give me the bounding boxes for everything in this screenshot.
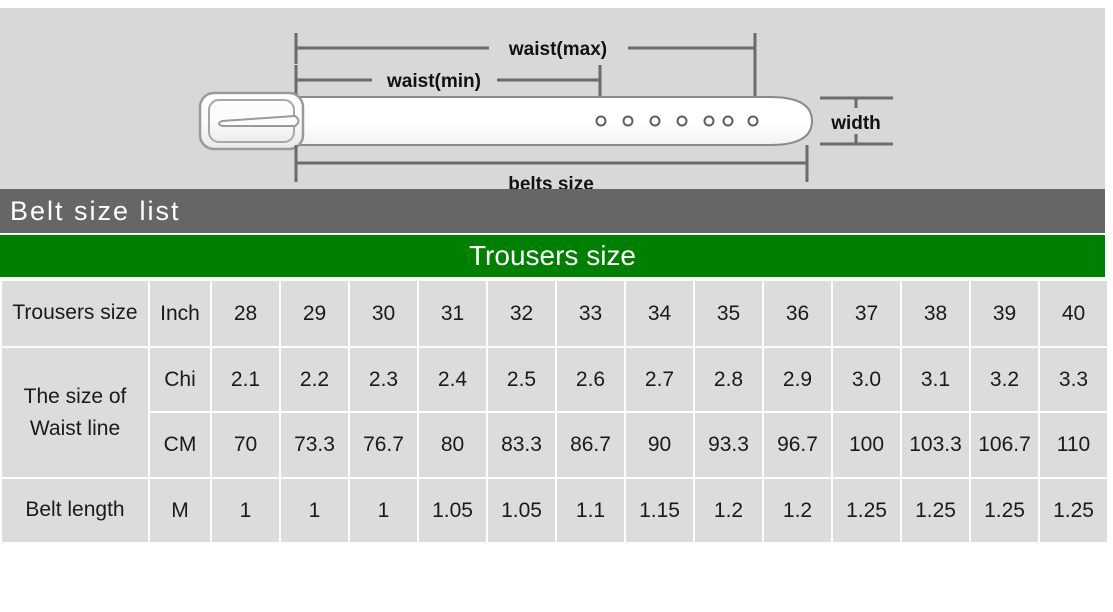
cell-cm-10: 103.3 bbox=[902, 413, 969, 477]
belt-size-table: Trousers size Inch 28 29 30 31 32 33 34 … bbox=[0, 279, 1109, 544]
cell-cm-9: 100 bbox=[833, 413, 900, 477]
cell-belt-4: 1.05 bbox=[488, 479, 555, 542]
trousers-size-header: Trousers size bbox=[0, 235, 1105, 277]
cell-cm-5: 86.7 bbox=[557, 413, 624, 477]
cell-cm-2: 76.7 bbox=[350, 413, 417, 477]
cell-inch-10: 38 bbox=[902, 281, 969, 346]
width-dimension: width bbox=[820, 96, 893, 146]
waist-min-label: waist(min) bbox=[386, 71, 481, 92]
cell-belt-0: 1 bbox=[212, 479, 279, 542]
cell-inch-2: 30 bbox=[350, 281, 417, 346]
belt-size-list-header: Belt size list bbox=[0, 189, 1105, 233]
cell-inch-7: 35 bbox=[695, 281, 762, 346]
row-unit-cm: CM bbox=[150, 413, 210, 477]
cell-cm-6: 90 bbox=[626, 413, 693, 477]
belt-size-chart-page: waist(max) waist(min) width belts size B… bbox=[0, 0, 1113, 612]
cell-chi-9: 3.0 bbox=[833, 348, 900, 411]
table-row: Trousers size Inch 28 29 30 31 32 33 34 … bbox=[2, 281, 1107, 346]
cell-cm-1: 73.3 bbox=[281, 413, 348, 477]
page-title: Belt size list bbox=[10, 195, 181, 226]
cell-inch-1: 29 bbox=[281, 281, 348, 346]
cell-inch-8: 36 bbox=[764, 281, 831, 346]
cell-belt-1: 1 bbox=[281, 479, 348, 542]
cell-chi-12: 3.3 bbox=[1040, 348, 1107, 411]
waist-max-label: waist(max) bbox=[508, 39, 607, 60]
cell-belt-3: 1.05 bbox=[419, 479, 486, 542]
row-unit-inch: Inch bbox=[150, 281, 210, 346]
cell-cm-4: 83.3 bbox=[488, 413, 555, 477]
belt-diagram-svg: waist(max) waist(min) width belts size bbox=[198, 33, 893, 189]
row-unit-chi: Chi bbox=[150, 348, 210, 411]
cell-chi-8: 2.9 bbox=[764, 348, 831, 411]
waist-line-label-line2: Waist line bbox=[29, 416, 121, 440]
width-label: width bbox=[830, 113, 881, 134]
section-title: Trousers size bbox=[468, 240, 636, 271]
cell-inch-5: 33 bbox=[557, 281, 624, 346]
cell-chi-1: 2.2 bbox=[281, 348, 348, 411]
cell-chi-3: 2.4 bbox=[419, 348, 486, 411]
cell-belt-10: 1.25 bbox=[902, 479, 969, 542]
cell-inch-12: 40 bbox=[1040, 281, 1107, 346]
cell-cm-12: 110 bbox=[1040, 413, 1107, 477]
row-unit-m: M bbox=[150, 479, 210, 542]
cell-cm-7: 93.3 bbox=[695, 413, 762, 477]
cell-chi-4: 2.5 bbox=[488, 348, 555, 411]
cell-inch-11: 39 bbox=[971, 281, 1038, 346]
cell-inch-0: 28 bbox=[212, 281, 279, 346]
cell-cm-3: 80 bbox=[419, 413, 486, 477]
cell-chi-11: 3.2 bbox=[971, 348, 1038, 411]
waist-min-dimension: waist(min) bbox=[294, 65, 602, 96]
table-row: Belt length M 1 1 1 1.05 1.05 1.1 1.15 1… bbox=[2, 479, 1107, 542]
cell-belt-2: 1 bbox=[350, 479, 417, 542]
cell-belt-5: 1.1 bbox=[557, 479, 624, 542]
cell-inch-6: 34 bbox=[626, 281, 693, 346]
belt-diagram: waist(max) waist(min) width belts size bbox=[0, 8, 1105, 189]
cell-belt-11: 1.25 bbox=[971, 479, 1038, 542]
cell-belt-6: 1.15 bbox=[626, 479, 693, 542]
cell-cm-11: 106.7 bbox=[971, 413, 1038, 477]
row-label-waist-line: The size of Waist line bbox=[2, 348, 148, 477]
cell-chi-10: 3.1 bbox=[902, 348, 969, 411]
cell-chi-0: 2.1 bbox=[212, 348, 279, 411]
cell-inch-9: 37 bbox=[833, 281, 900, 346]
belt-buckle bbox=[198, 91, 305, 151]
row-label-trousers-size: Trousers size bbox=[2, 281, 148, 346]
cell-chi-7: 2.8 bbox=[695, 348, 762, 411]
cell-chi-6: 2.7 bbox=[626, 348, 693, 411]
waist-line-label-line1: The size of bbox=[23, 385, 127, 408]
cell-belt-8: 1.2 bbox=[764, 479, 831, 542]
cell-cm-8: 96.7 bbox=[764, 413, 831, 477]
belts-size-label: belts size bbox=[508, 174, 594, 189]
cell-belt-12: 1.25 bbox=[1040, 479, 1107, 542]
cell-inch-4: 32 bbox=[488, 281, 555, 346]
table-row: The size of Waist line Chi 2.1 2.2 2.3 2.… bbox=[2, 348, 1107, 477]
cell-cm-0: 70 bbox=[212, 413, 279, 477]
table-row: CM 70 73.3 76.7 80 83.3 86.7 90 93.3 96.… bbox=[2, 413, 1107, 477]
cell-chi-5: 2.6 bbox=[557, 348, 624, 411]
belts-size-dimension: belts size bbox=[294, 145, 809, 189]
cell-inch-3: 31 bbox=[419, 281, 486, 346]
cell-chi-2: 2.3 bbox=[350, 348, 417, 411]
cell-belt-7: 1.2 bbox=[695, 479, 762, 542]
row-label-belt-length: Belt length bbox=[2, 479, 148, 542]
cell-belt-9: 1.25 bbox=[833, 479, 900, 542]
